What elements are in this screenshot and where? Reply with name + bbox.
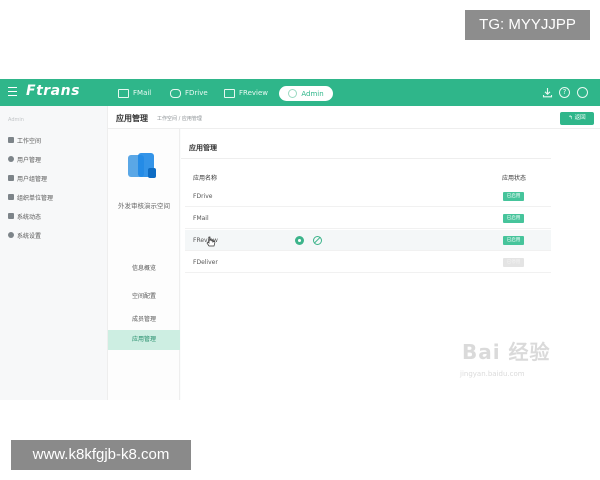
disable-icon[interactable] [313,236,322,245]
cloud-icon [170,88,181,98]
breadcrumb[interactable]: 工作空间 / 应用管理 [157,115,202,122]
status-badge: 已启用 [503,214,524,223]
calendar-icon [224,88,235,98]
sidebar-section-label: Admin [8,117,24,123]
page-title: 应用管理 [116,114,148,123]
tab-freview[interactable]: FReview [224,86,268,100]
tab-fmail[interactable]: FMail [118,86,151,100]
tg-badge: TG: MYYJJPP [465,10,590,40]
watermark-sub: jingyan.baidu.com [460,370,525,378]
divider [181,158,551,159]
tab-label: FDrive [185,89,208,97]
column-header-name: 应用名称 [193,175,218,182]
admin-icon [288,89,298,98]
status-badge: 已启用 [503,236,524,245]
menu-icon[interactable] [8,87,17,96]
user-icon [8,156,14,162]
table-row[interactable]: FReview 已启用 [185,230,551,251]
table-row[interactable]: FDrive 已启用 [185,186,551,207]
workspace-subnav: 外发审核演示空间 信息概览 空间配置 成员管理 应用管理 [108,129,180,400]
screenshot: TG: MYYJJPP Ftrans FMail FDrive FReview … [0,0,600,480]
tab-label: Admin [301,89,324,98]
sidebar-item-workspace[interactable]: 工作空间 [8,134,41,146]
subnav-members[interactable]: 成员管理 [108,310,180,330]
tab-label: FMail [133,89,152,97]
sidebar-item-settings[interactable]: 系统设置 [8,229,41,241]
app-logo-text[interactable]: Ftrans [26,83,80,99]
sidebar-item-activity[interactable]: 系统动态 [8,210,41,222]
user-icon[interactable] [577,87,588,98]
settings-icon [8,232,14,238]
table-row[interactable]: FDeliver 已停用 [185,252,551,273]
back-button[interactable]: ↰ 返回 [560,112,594,125]
watermark-text: Bai 经验 [462,340,551,364]
workspace-logo-icon [128,153,156,178]
panel-title: 应用管理 [189,144,217,152]
group-icon [8,175,14,181]
content-header: 应用管理 工作空间 / 应用管理 ↰ 返回 [108,106,600,129]
sidebar-item-label: 工作空间 [17,137,42,145]
top-bar: Ftrans FMail FDrive FReview Admin ? [0,79,600,106]
gear-icon[interactable] [295,236,304,245]
sidebar-item-label: 系统设置 [17,232,42,240]
activity-icon [8,213,14,219]
column-header-status: 应用状态 [502,175,527,182]
sidebar-item-label: 用户组管理 [17,175,48,183]
download-icon[interactable] [542,87,553,98]
sidebar-item-label: 用户管理 [17,156,42,164]
sidebar-item-users[interactable]: 用户管理 [8,153,41,165]
table-row[interactable]: FMail 已启用 [185,208,551,229]
url-badge: www.k8kfgjb-k8.com [11,440,191,470]
sidebar-item-org-units[interactable]: 组织单位管理 [8,191,53,203]
sidebar-item-groups[interactable]: 用户组管理 [8,172,47,184]
help-icon[interactable]: ? [559,87,570,98]
sidebar: Admin 工作空间 用户管理 用户组管理 组织单位管理 系统动态 系统设置 [0,106,108,400]
tab-fdrive[interactable]: FDrive [170,86,208,100]
app-name: FMail [193,215,209,222]
subnav-overview[interactable]: 信息概览 [108,259,180,279]
org-icon [8,194,14,200]
subnav-app-management[interactable]: 应用管理 [108,330,180,350]
watermark: Bai 经验 jingyan.baidu.com [452,334,570,382]
app-name: FDrive [193,193,213,200]
sidebar-item-label: 系统动态 [17,213,42,221]
status-badge: 已停用 [503,258,524,267]
mail-icon [118,88,129,98]
workspace-name: 外发审核演示空间 [118,202,170,210]
sidebar-item-label: 组织单位管理 [17,194,54,202]
workspace-icon [8,137,14,143]
status-badge: 已启用 [503,192,524,201]
tab-admin[interactable]: Admin [279,86,333,101]
subnav-space-config[interactable]: 空间配置 [108,287,180,307]
mouse-cursor-icon [206,236,216,247]
app-name: FDeliver [193,259,218,266]
tab-label: FReview [239,89,269,97]
